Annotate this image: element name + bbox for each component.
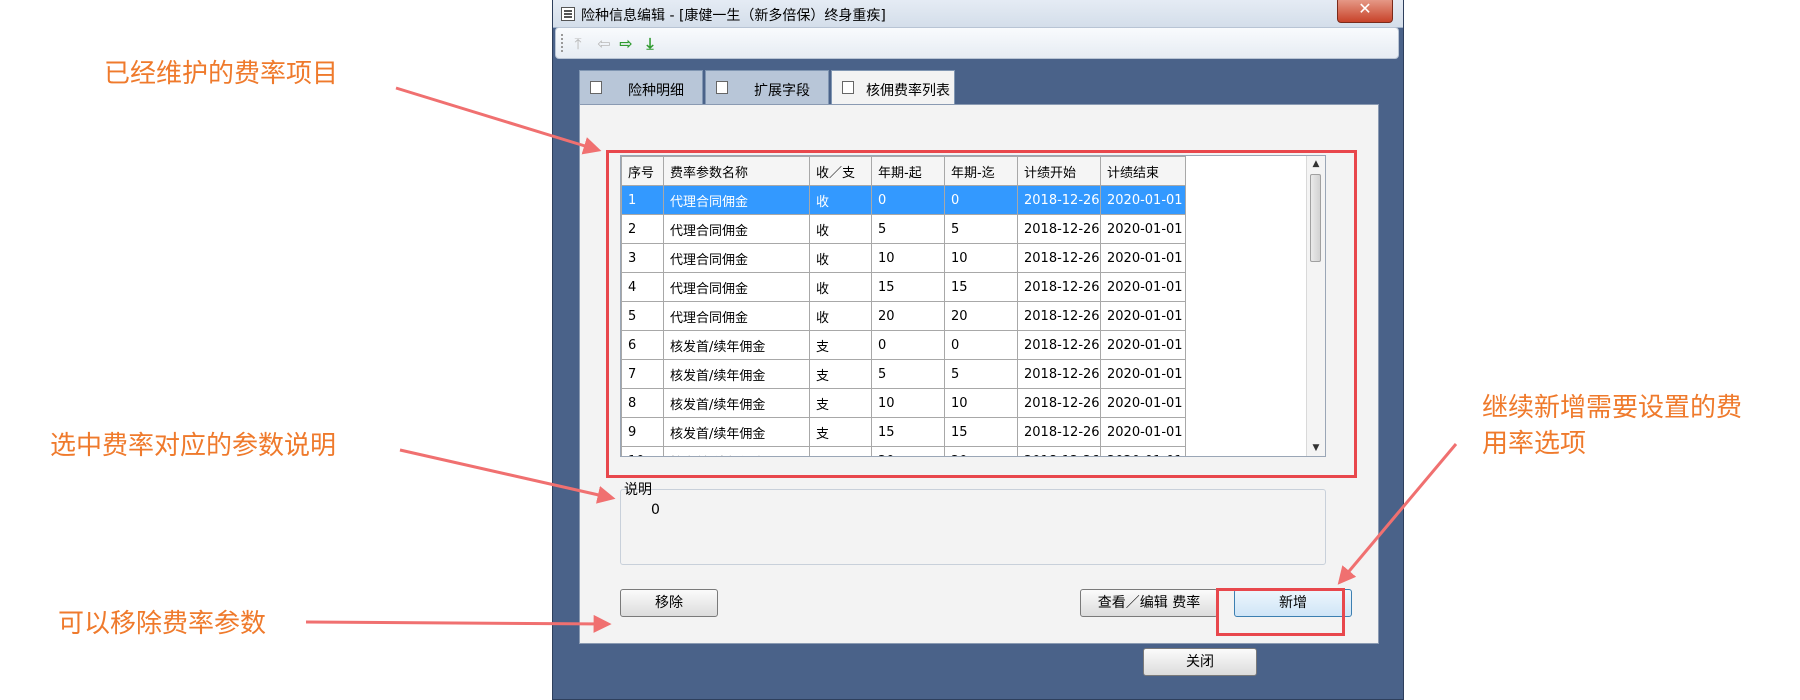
arrow-to-remove — [305, 614, 612, 633]
arrow-to-description — [399, 448, 616, 504]
annotation-arrows — [305, 86, 1458, 633]
arrow-to-grid — [395, 86, 602, 155]
arrow-to-add — [1337, 443, 1458, 585]
